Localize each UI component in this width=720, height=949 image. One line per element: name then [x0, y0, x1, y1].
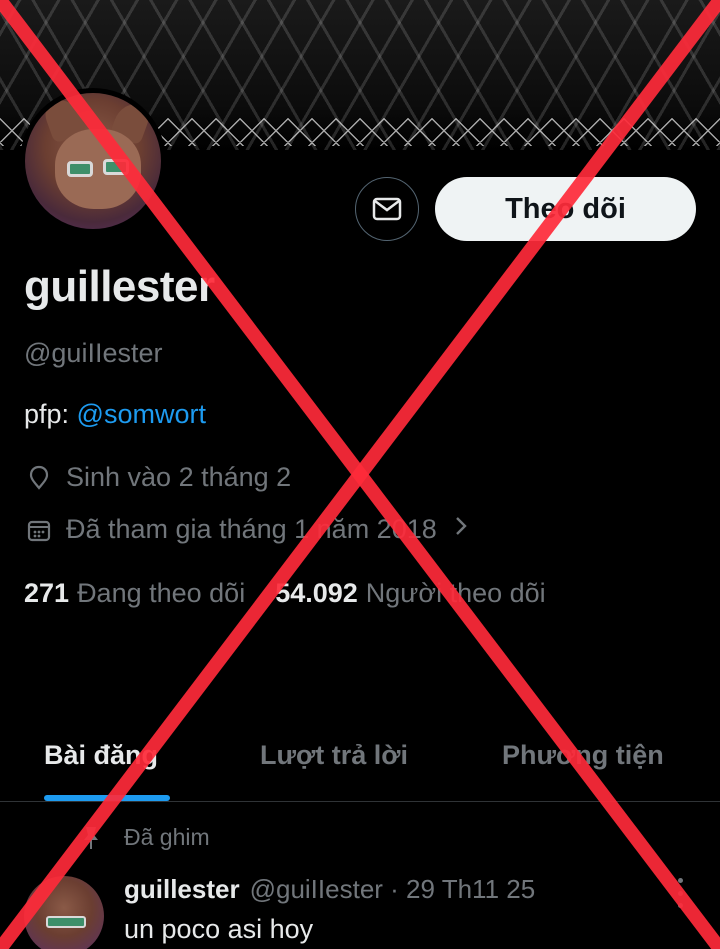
chevron-right-icon: [453, 514, 469, 545]
post-meta: @guiIIester · 29 Th11 25: [249, 874, 536, 904]
profile-avatar[interactable]: [20, 88, 166, 234]
calendar-icon: [24, 515, 54, 545]
birth-date-row: Sinh vào 2 tháng 2: [24, 462, 291, 493]
location-icon: [24, 463, 54, 493]
tab-posts[interactable]: Bài đăng: [44, 740, 158, 771]
profile-tabs: Bài đăng Lượt trả lời Phương tiện: [0, 712, 720, 802]
followers-count: 54.092: [275, 578, 358, 608]
joined-date-row[interactable]: Đã tham gia tháng 1 năm 2018: [24, 514, 469, 545]
avatar-glasses-left: [67, 161, 93, 177]
followers-link[interactable]: 54.092 Người theo dõi: [275, 578, 545, 609]
bio-prefix: pfp:: [24, 399, 77, 429]
follow-stats: 271 Đang theo dõi 54.092 Người theo dõi: [24, 578, 546, 609]
post-author-name[interactable]: guillester: [124, 874, 240, 905]
display-name: guillester: [24, 262, 215, 311]
pinned-indicator: Đã ghim: [78, 824, 210, 851]
profile-handle: @guiIIester: [24, 338, 163, 368]
avatar-glasses-right: [103, 159, 129, 175]
profile-bio: pfp: @somwort: [24, 399, 206, 430]
message-button[interactable]: [355, 177, 419, 241]
following-count: 271: [24, 578, 70, 608]
pinned-label: Đã ghim: [124, 824, 210, 850]
following-label: Đang theo dõi: [77, 578, 246, 608]
following-link[interactable]: 271 Đang theo dõi: [24, 578, 245, 609]
pin-icon: [78, 825, 104, 851]
birth-date-text: Sinh vào 2 tháng 2: [66, 462, 292, 492]
tab-media[interactable]: Phương tiện: [502, 740, 664, 771]
post-author-avatar[interactable]: [24, 876, 104, 949]
envelope-icon: [372, 197, 402, 221]
tab-replies[interactable]: Lượt trả lời: [260, 740, 408, 771]
post-header: guillester @guiIIester · 29 Th11 25: [124, 874, 535, 905]
more-icon[interactable]: [672, 878, 688, 908]
active-tab-indicator: [44, 795, 170, 801]
avatar-small-glasses: [46, 916, 86, 928]
bio-mention-link[interactable]: @somwort: [77, 399, 206, 429]
followers-label: Người theo dõi: [365, 578, 546, 608]
joined-date-text: Đã tham gia tháng 1 năm 2018: [66, 514, 437, 544]
follow-button[interactable]: Theo dõi: [435, 177, 696, 241]
post-text: un poco asi hoy: [124, 914, 314, 944]
